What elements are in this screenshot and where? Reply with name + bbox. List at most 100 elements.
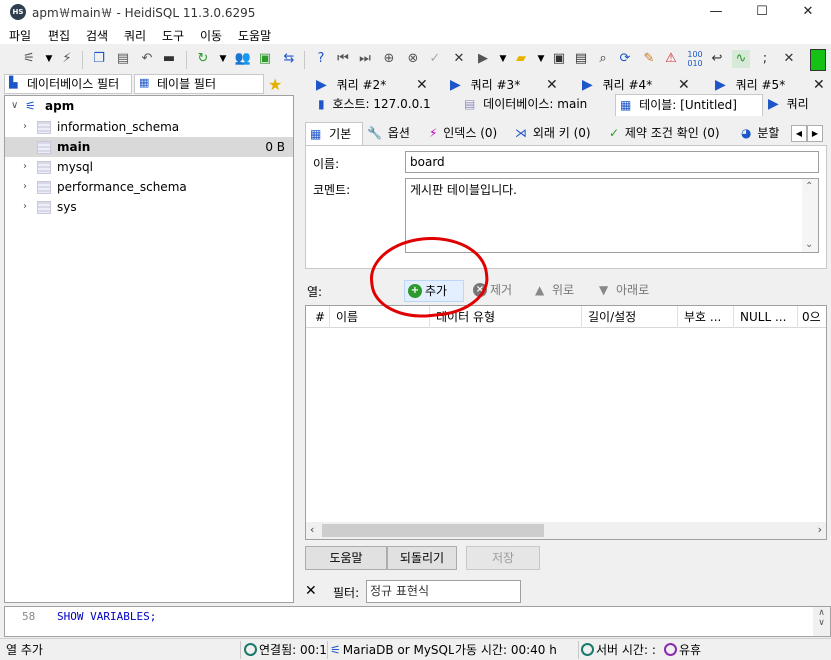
open-folder-icon[interactable]: ▰ bbox=[512, 50, 530, 68]
save-button[interactable]: 저장 bbox=[466, 546, 540, 570]
dropdown-arrow-icon[interactable]: ▼ bbox=[532, 50, 550, 68]
replace-icon[interactable]: ⟳ bbox=[616, 50, 634, 68]
save-icon[interactable]: ▣ bbox=[550, 50, 568, 68]
tree-item-main[interactable]: main 0 B bbox=[5, 137, 293, 157]
tab-table[interactable]: ▦ 테이블: [Untitled] bbox=[615, 94, 763, 116]
check-circle-icon[interactable]: ✓ bbox=[426, 50, 444, 68]
menu-edit[interactable]: 편집 bbox=[48, 27, 70, 44]
menu-file[interactable]: 파일 bbox=[9, 27, 31, 44]
move-up-button[interactable]: ▲ 위로 bbox=[532, 280, 584, 302]
chevron-down-icon[interactable]: ∨ bbox=[11, 96, 21, 116]
filter-input[interactable]: 정규 표현식 bbox=[366, 580, 521, 603]
menu-query[interactable]: 쿼리 bbox=[124, 27, 146, 44]
comment-scrollbar[interactable]: ⌃ ⌄ bbox=[802, 179, 818, 252]
grid-header-null[interactable]: NULL ... bbox=[734, 306, 798, 328]
menu-help[interactable]: 도움말 bbox=[238, 27, 271, 44]
first-icon[interactable]: ⏮ bbox=[334, 50, 352, 68]
warning-icon[interactable]: ⚠ bbox=[662, 50, 680, 68]
tab-scroll-right-icon[interactable]: ▶ bbox=[807, 125, 823, 142]
undo-icon[interactable]: ↶ bbox=[138, 50, 156, 68]
minimize-button[interactable]: — bbox=[693, 0, 739, 24]
tab-database[interactable]: ▤ 데이터베이스: main bbox=[460, 94, 612, 116]
chevron-right-icon[interactable]: › bbox=[23, 197, 33, 217]
dropdown-arrow-icon[interactable]: ▼ bbox=[214, 50, 232, 68]
remove-circle-icon[interactable]: ⊗ bbox=[404, 50, 422, 68]
tab-partitions[interactable]: ◕ 분할 bbox=[741, 122, 791, 146]
scroll-down-icon[interactable]: ⌄ bbox=[805, 239, 813, 250]
columns-grid[interactable]: # 이름 데이터 유형 길이/설정 부호 ... NULL ... 0으 ‹ › bbox=[305, 305, 827, 540]
close-filter-icon[interactable]: ✕ bbox=[305, 583, 317, 599]
tab-check-constraints[interactable]: ✓ 제약 조건 확인 (0) bbox=[609, 122, 737, 146]
wrap-icon[interactable]: ↩ bbox=[708, 50, 726, 68]
close-tab-icon[interactable]: ✕ bbox=[546, 76, 558, 94]
scroll-up-icon[interactable]: ⌃ bbox=[805, 181, 813, 192]
binary-icon[interactable]: 100 010 bbox=[686, 50, 704, 68]
refresh-icon[interactable]: ↻ bbox=[194, 50, 212, 68]
menu-search[interactable]: 검색 bbox=[86, 27, 108, 44]
close-tab-icon[interactable]: ✕ bbox=[813, 76, 825, 94]
sql-log[interactable]: 58 SHOW VARIABLES; ∧ ∨ bbox=[4, 606, 831, 637]
tab-foreign-keys[interactable]: ⋊ 외래 키 (0) bbox=[515, 122, 603, 146]
autocomplete-icon[interactable]: ∿ bbox=[732, 50, 750, 68]
grid-header-datatype[interactable]: 데이터 유형 bbox=[430, 306, 582, 328]
tab-basic[interactable]: ▦ 기본 bbox=[305, 122, 363, 146]
scroll-up-icon[interactable]: ∧ bbox=[813, 608, 830, 618]
scroll-left-icon[interactable]: ‹ bbox=[310, 523, 314, 536]
export-icon[interactable]: ▣ bbox=[256, 50, 274, 68]
chevron-right-icon[interactable]: › bbox=[23, 117, 33, 137]
print-icon[interactable]: ▬ bbox=[160, 50, 178, 68]
tab-indexes[interactable]: ⚡ 인덱스 (0) bbox=[429, 122, 513, 146]
sync-icon[interactable]: ⇆ bbox=[280, 50, 298, 68]
add-circle-icon[interactable]: ⊕ bbox=[380, 50, 398, 68]
tree-item-sys[interactable]: › sys bbox=[5, 197, 293, 217]
favorite-star-icon[interactable]: ★ bbox=[268, 75, 282, 94]
tree-root-apm[interactable]: ∨ ⚟ apm bbox=[5, 96, 293, 116]
query-tab-4[interactable]: ▶ 쿼리 #4* ✕ bbox=[582, 76, 696, 96]
menu-tools[interactable]: 도구 bbox=[162, 27, 184, 44]
help-button[interactable]: 도움말 bbox=[305, 546, 387, 570]
chevron-right-icon[interactable]: › bbox=[23, 177, 33, 197]
query-tab-3[interactable]: ▶ 쿼리 #3* ✕ bbox=[450, 76, 564, 96]
find-icon[interactable]: ⌕ bbox=[594, 50, 612, 68]
database-filter-input[interactable]: ▙ 데이터베이스 필터 bbox=[4, 74, 132, 94]
help-icon[interactable]: ? bbox=[312, 50, 330, 68]
table-name-field[interactable]: board bbox=[405, 151, 819, 173]
tab-scroll-left-icon[interactable]: ◀ bbox=[791, 125, 807, 142]
dropdown-arrow-icon[interactable]: ▼ bbox=[494, 50, 512, 68]
grid-header-length[interactable]: 길이/설정 bbox=[582, 306, 678, 328]
grid-header-number[interactable]: # bbox=[306, 306, 330, 328]
tree-item-performance-schema[interactable]: › performance_schema bbox=[5, 177, 293, 197]
query-tab-2[interactable]: ▶ 쿼리 #2* ✕ bbox=[316, 76, 430, 96]
close-tab-icon[interactable]: ✕ bbox=[416, 76, 428, 94]
cancel-icon[interactable]: ✕ bbox=[450, 50, 468, 68]
scrollbar-thumb[interactable] bbox=[322, 524, 544, 537]
disconnect-icon[interactable]: ⚡ bbox=[58, 50, 76, 68]
move-down-button[interactable]: ▼ 아래로 bbox=[596, 280, 660, 302]
grid-horizontal-scrollbar[interactable]: ‹ › bbox=[306, 522, 826, 539]
tab-query[interactable]: ▶ 쿼리 bbox=[764, 94, 831, 116]
grid-header-zerofill[interactable]: 0으 bbox=[798, 306, 826, 328]
grid-header-name[interactable]: 이름 bbox=[330, 306, 430, 328]
table-filter-input[interactable]: ▦ 테이블 필터 bbox=[134, 74, 264, 94]
save-as-icon[interactable]: ▤ bbox=[572, 50, 590, 68]
semicolon-icon[interactable]: ; bbox=[756, 50, 774, 68]
menu-navigate[interactable]: 이동 bbox=[200, 27, 222, 44]
dropdown-arrow-icon[interactable]: ▼ bbox=[40, 50, 58, 68]
chevron-right-icon[interactable]: › bbox=[23, 157, 33, 177]
close-button[interactable]: ✕ bbox=[785, 0, 831, 24]
tree-item-information-schema[interactable]: › information_schema bbox=[5, 117, 293, 137]
connect-icon[interactable]: ⚟ bbox=[20, 50, 38, 68]
comment-field[interactable]: 게시판 테이블입니다. ⌃ ⌄ bbox=[405, 178, 819, 253]
revert-button[interactable]: 되돌리기 bbox=[387, 546, 457, 570]
remove-column-button[interactable]: × 제거 bbox=[470, 280, 522, 302]
scroll-right-icon[interactable]: › bbox=[818, 523, 822, 536]
query-tab-5[interactable]: ▶ 쿼리 #5* ✕ bbox=[715, 76, 831, 96]
maximize-button[interactable]: ☐ bbox=[739, 0, 785, 24]
last-icon[interactable]: ⏭ bbox=[356, 50, 374, 68]
close-tab-icon[interactable]: ✕ bbox=[780, 50, 798, 68]
grid-header-unsigned[interactable]: 부호 ... bbox=[678, 306, 734, 328]
tab-host[interactable]: ▮ 호스트: 127.0.0.1 bbox=[314, 94, 458, 116]
run-icon[interactable]: ▶ bbox=[474, 50, 492, 68]
paste-icon[interactable]: ▤ bbox=[114, 50, 132, 68]
tree-item-mysql[interactable]: › mysql bbox=[5, 157, 293, 177]
